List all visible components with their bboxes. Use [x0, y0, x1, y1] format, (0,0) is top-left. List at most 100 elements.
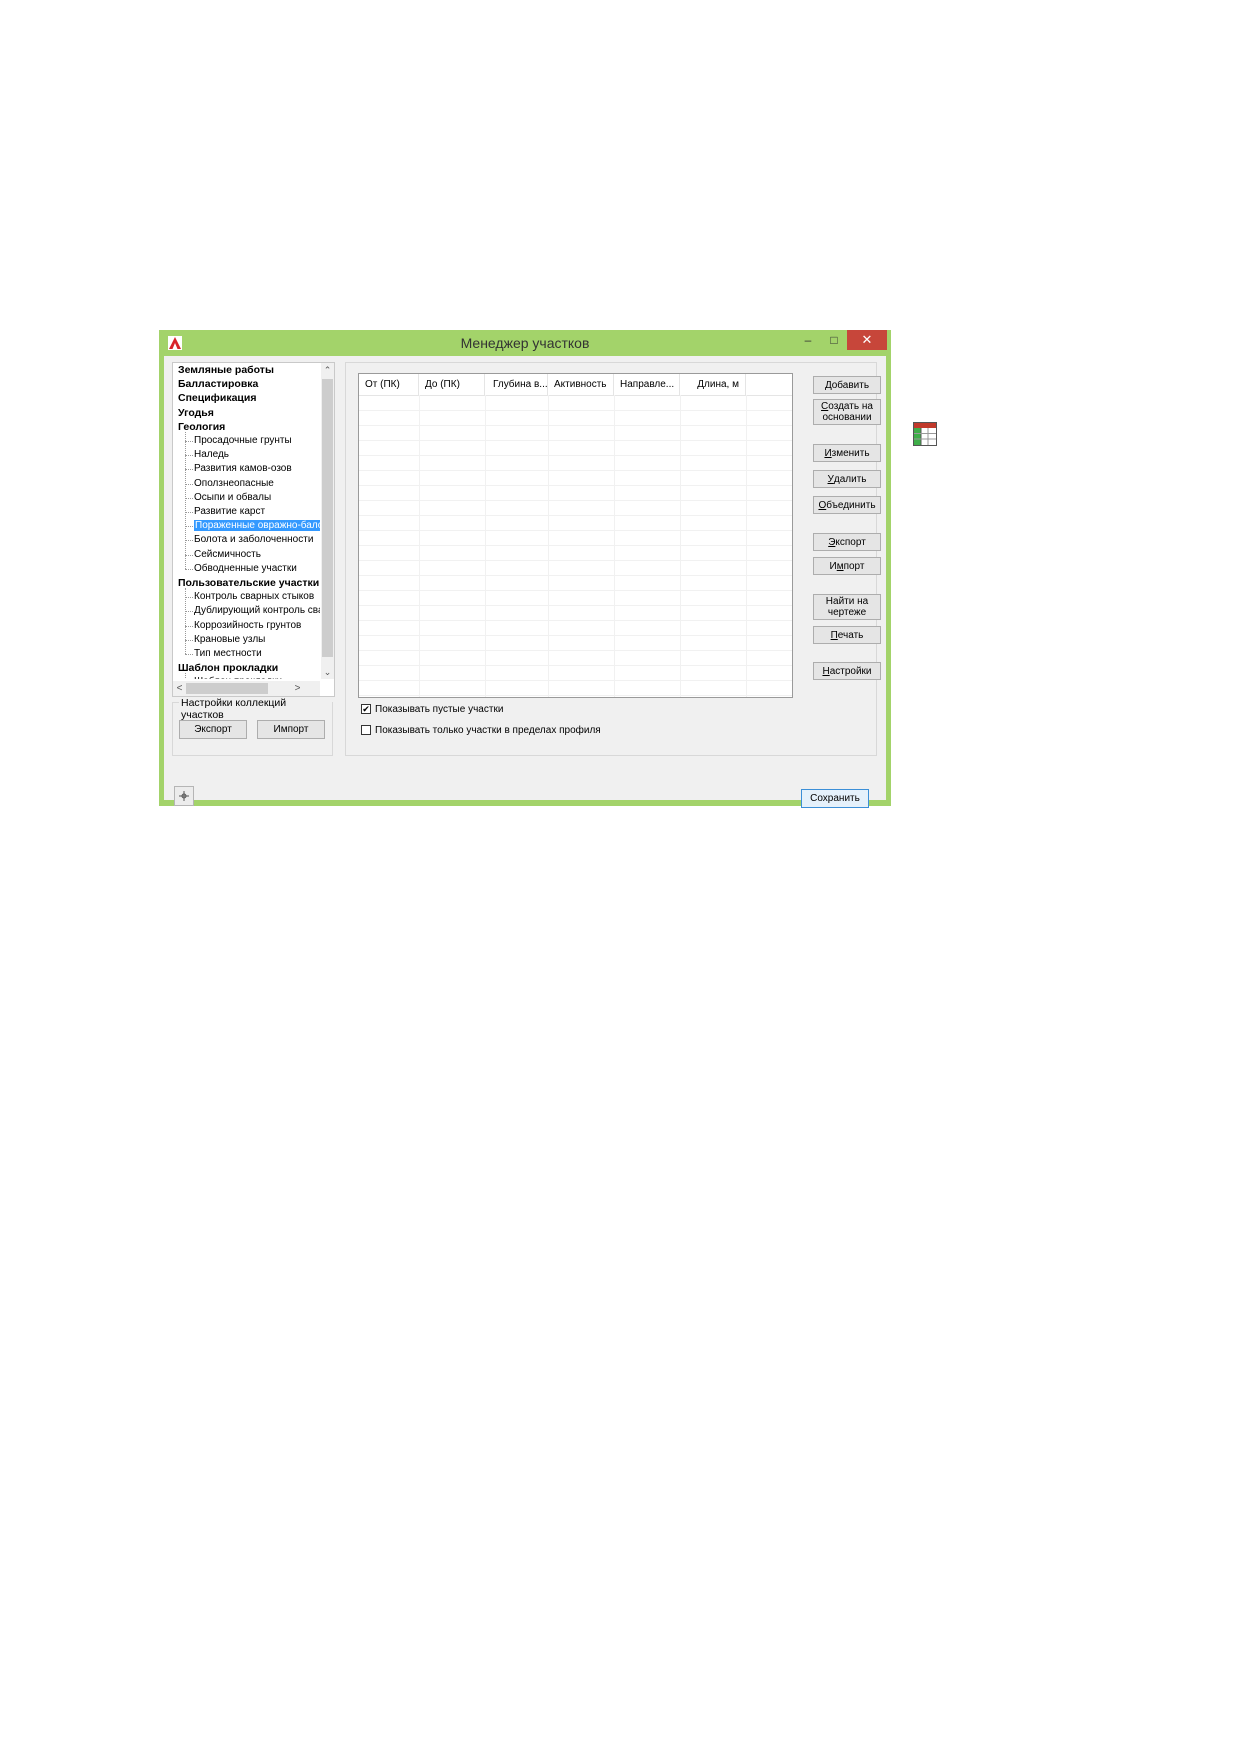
scroll-down-arrow-icon[interactable]: ⌄ — [321, 665, 334, 679]
show-in-profile-option[interactable]: Показывать только участки в пределах про… — [361, 723, 601, 737]
collections-import-button[interactable]: Импорт — [257, 720, 325, 739]
table-row — [359, 650, 792, 651]
column-header[interactable]: Глубина в... — [485, 374, 548, 395]
table-row — [359, 680, 792, 681]
tree-item-label: Контроль сварных стыков — [194, 591, 315, 603]
sections-table[interactable]: От (ПК) До (ПК) Глубина в... Активность … — [358, 373, 793, 698]
print-label-post: ечать — [837, 629, 864, 641]
section-manager-window: Менеджер участков – □ ✕ Земляные работы Б… — [159, 330, 891, 808]
collections-export-button[interactable]: Экспорт — [179, 720, 247, 739]
table-row — [359, 470, 792, 471]
table-row — [359, 515, 792, 516]
tree-item-label: Крановые узлы — [194, 633, 266, 645]
merge-button[interactable]: Объединить — [813, 496, 881, 514]
show-empty-label: Показывать пустые участки — [375, 703, 504, 715]
minimize-button[interactable]: – — [795, 330, 821, 350]
export-label-post: кспорт — [835, 536, 866, 548]
tree-root-item[interactable]: Угодья — [178, 406, 214, 420]
print-label-accel: П — [830, 629, 838, 641]
scroll-right-arrow-icon[interactable]: > — [291, 681, 304, 696]
tree-child-item[interactable]: Обводненные участки — [185, 562, 297, 576]
column-header[interactable]: Активность — [548, 374, 614, 395]
scroll-left-arrow-icon[interactable]: < — [173, 681, 186, 696]
table-row — [359, 605, 792, 606]
tree-item-label: Балластировка — [178, 378, 259, 391]
column-header[interactable]: От (ПК) — [359, 374, 419, 395]
export-button[interactable]: Экспорт — [813, 533, 881, 551]
print-button[interactable]: Печать — [813, 626, 881, 644]
scroll-up-arrow-icon[interactable]: ⌃ — [321, 363, 334, 377]
show-in-profile-checkbox[interactable] — [361, 725, 371, 735]
tree-child-item[interactable]: Тип местности — [185, 647, 262, 661]
tree-item-label: Развитие карст — [194, 506, 266, 517]
import-label-accel: м — [836, 560, 844, 572]
create-based-line1: Создать на — [821, 401, 873, 412]
tree-child-item[interactable]: Коррозийность грунтов — [184, 619, 302, 633]
tree-child-item[interactable]: Дублирующий контроль сварных стыков — [185, 604, 320, 618]
tree-item-label: Обводненные участки — [194, 562, 297, 574]
edit-button[interactable]: Изменить — [813, 444, 881, 462]
delete-button[interactable]: Удалить — [813, 470, 881, 488]
edit-label-accel: И — [824, 447, 832, 459]
maximize-button[interactable]: □ — [821, 330, 847, 350]
settings-button[interactable]: Настройки — [813, 662, 881, 680]
table-row — [359, 410, 792, 411]
table-row — [359, 500, 792, 501]
table-row — [359, 695, 792, 696]
tree-child-item[interactable]: Шаблон прокладки — [189, 675, 282, 679]
tree-item-label: Оползнеопасные — [194, 477, 274, 489]
tree-root-item[interactable]: Земляные работы — [178, 363, 274, 377]
tree-child-item[interactable]: Крановые узлы — [184, 633, 266, 647]
horizontal-scroll-thumb[interactable] — [186, 683, 268, 694]
show-empty-option[interactable]: ✔ Показывать пустые участки — [361, 702, 503, 716]
add-label-accel: Д — [824, 379, 832, 391]
close-button[interactable]: ✕ — [847, 330, 887, 350]
tree-root-item[interactable]: Спецификация — [178, 391, 256, 405]
tree-item-label: Шаблон прокладки — [178, 662, 279, 675]
tree-item-label: Дублирующий контроль сварных стыков — [194, 605, 320, 617]
tree-child-item[interactable]: Болота и заболоченности — [184, 533, 313, 547]
tree-child-item[interactable]: Развитие карст — [184, 505, 266, 519]
tree-item-label: Просадочные грунты — [194, 435, 292, 446]
tree-root-item[interactable]: Шаблон прокладки — [178, 661, 278, 675]
merge-label-post: бъединить — [826, 499, 876, 511]
tree-child-item[interactable]: Просадочные грунты — [185, 434, 292, 448]
tree-child-item[interactable]: Развития камов-озов — [185, 462, 292, 476]
tree-item-label: Коррозийность грунтов — [194, 619, 302, 631]
show-in-profile-label: Показывать только участки в пределах про… — [375, 724, 601, 736]
sections-tree[interactable]: Земляные работы Балластировка Спецификация… — [172, 362, 335, 697]
collection-settings-group: Настройки коллекций участков Экспорт Имп… — [172, 697, 333, 756]
find-on-drawing-button[interactable]: Найти на чертеже — [813, 594, 881, 620]
column-header[interactable]: Направле... — [614, 374, 680, 395]
tree-vertical-scrollbar[interactable]: ⌃ ⌄ — [321, 363, 334, 679]
add-button[interactable]: Добавить — [813, 376, 881, 394]
tree-guide-line — [185, 673, 186, 679]
table-header: От (ПК) До (ПК) Глубина в... Активность … — [359, 374, 792, 396]
import-button[interactable]: Им порт — [813, 557, 881, 575]
tree-item-label: Осыпи и обвалы — [194, 491, 272, 503]
title-bar[interactable]: Менеджер участков – □ ✕ — [159, 330, 891, 356]
tree-root-item[interactable]: Пользовательские участки — [178, 576, 319, 590]
pin-button[interactable] — [174, 786, 194, 806]
tree-horizontal-scrollbar[interactable]: < > — [173, 681, 320, 696]
show-empty-checkbox[interactable]: ✔ — [361, 704, 371, 714]
table-row — [359, 635, 792, 636]
tree-child-item[interactable]: Контроль сварных стыков — [184, 590, 315, 604]
tree-child-item[interactable]: Наледь — [184, 448, 230, 462]
export-label-accel: Э — [828, 536, 836, 548]
tree-child-item[interactable]: Осыпи и обвалы — [184, 491, 272, 505]
create-based-on-button[interactable]: Создать на основании — [813, 399, 881, 425]
tree-item-label: Пораженные овражно-балочными — [194, 520, 320, 532]
tree-item-label: Развития камов-озов — [194, 463, 292, 475]
tree-item-label: Наледь — [194, 449, 230, 461]
tree-child-item[interactable]: Оползнеопасные — [185, 477, 274, 491]
column-header[interactable]: До (ПК) — [419, 374, 485, 395]
tree-child-item[interactable]: Пораженные овражно-балочными — [185, 519, 320, 533]
tree-child-item[interactable]: Сейсмичность — [185, 548, 261, 562]
tree-root-item[interactable]: Балластировка — [178, 377, 258, 391]
table-row — [359, 485, 792, 486]
vertical-scroll-thumb[interactable] — [322, 379, 333, 657]
dialog-client-area: Земляные работы Балластировка Спецификация… — [164, 356, 886, 808]
save-button[interactable]: Сохранить — [801, 789, 869, 808]
column-header[interactable]: Длина, м — [680, 374, 746, 395]
